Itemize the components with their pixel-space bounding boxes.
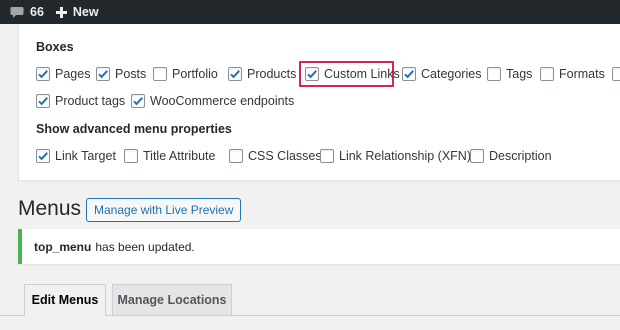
checkmark-icon [98, 70, 108, 79]
checkbox-label: Title Attribute [143, 149, 216, 163]
checkbox-label: Categories [421, 67, 482, 81]
checkbox-box[interactable] [402, 67, 416, 81]
checkbox-box[interactable] [131, 94, 145, 108]
checkbox-css-classes[interactable]: CSS Classes [229, 149, 322, 163]
checkbox-box[interactable] [470, 149, 484, 163]
checkbox-formats[interactable]: Formats [540, 67, 605, 81]
checkbox-box[interactable] [228, 67, 242, 81]
checkbox-label: Posts [115, 67, 147, 81]
checkmark-icon [38, 70, 48, 79]
checkbox-link-relationship[interactable]: Link Relationship (XFN) [320, 149, 471, 163]
new-content-menu-item[interactable]: New [50, 0, 105, 24]
comment-bubble-icon [10, 6, 24, 19]
checkbox-description[interactable]: Description [470, 149, 552, 163]
checkbox-box[interactable] [36, 94, 50, 108]
checkbox-box[interactable] [540, 67, 554, 81]
notice-message: has been updated. [95, 239, 195, 254]
checkbox-label: Formats [559, 67, 605, 81]
checkbox-portfolio[interactable]: Portfolio [153, 67, 218, 81]
comments-menu-item[interactable]: 66 [0, 0, 50, 24]
new-label: New [72, 5, 99, 19]
checkbox-box[interactable] [124, 149, 138, 163]
plus-icon [55, 6, 67, 18]
checkmark-icon [307, 70, 317, 79]
checkbox-label: Products [247, 67, 297, 81]
checkbox-label: Product tags [55, 94, 126, 108]
checkbox-custom-links[interactable]: Custom Links [305, 67, 400, 81]
checkbox-label: Portfolio [172, 67, 218, 81]
checkbox-pages[interactable]: Pages [36, 67, 90, 81]
checkbox-more[interactable] [612, 67, 620, 81]
checkbox-link-target[interactable]: Link Target [36, 149, 116, 163]
checkbox-title-attribute[interactable]: Title Attribute [124, 149, 216, 163]
checkbox-box[interactable] [487, 67, 501, 81]
tab-edit-menus[interactable]: Edit Menus [24, 284, 106, 316]
menu-name: top_menu [34, 239, 92, 254]
checkbox-categories[interactable]: Categories [402, 67, 481, 81]
checkbox-box[interactable] [96, 67, 110, 81]
tab-manage-locations[interactable]: Manage Locations [112, 284, 232, 316]
checkbox-box[interactable] [36, 67, 50, 81]
checkmark-icon [404, 70, 414, 79]
checkbox-tags[interactable]: Tags [487, 67, 532, 81]
success-notice: top_menu has been updated. [18, 229, 620, 264]
checkbox-label: Link Target [55, 149, 116, 163]
checkbox-woocommerce-endpoints[interactable]: WooCommerce endpoints [131, 94, 294, 108]
checkbox-box[interactable] [320, 149, 334, 163]
checkbox-box[interactable] [612, 67, 620, 81]
checkbox-box[interactable] [36, 149, 50, 163]
checkbox-products[interactable]: Products [228, 67, 296, 81]
checkmark-icon [230, 70, 240, 79]
checkbox-box[interactable] [305, 67, 319, 81]
checkbox-label: Custom Links [324, 67, 400, 81]
checkbox-label: Description [489, 149, 552, 163]
screen-options-panel: Boxes Pages Posts Portfolio Products Cus… [18, 24, 620, 181]
checkbox-label: Link Relationship (XFN) [339, 149, 471, 163]
checkmark-icon [38, 97, 48, 106]
manage-live-preview-button[interactable]: Manage with Live Preview [86, 198, 242, 222]
checkbox-label: CSS Classes [248, 149, 322, 163]
checkbox-product-tags[interactable]: Product tags [36, 94, 125, 108]
boxes-title: Boxes [36, 40, 74, 54]
comments-count: 66 [30, 5, 44, 19]
page-title: Menus [18, 197, 82, 220]
checkbox-posts[interactable]: Posts [96, 67, 146, 81]
advanced-properties-title: Show advanced menu properties [36, 122, 232, 136]
admin-bar: 66 New [0, 0, 620, 24]
checkmark-icon [133, 97, 143, 106]
checkbox-box[interactable] [229, 149, 243, 163]
checkbox-label: WooCommerce endpoints [150, 94, 295, 108]
checkbox-label: Tags [506, 67, 533, 81]
checkbox-box[interactable] [153, 67, 167, 81]
checkbox-label: Pages [55, 67, 91, 81]
checkmark-icon [38, 152, 48, 161]
